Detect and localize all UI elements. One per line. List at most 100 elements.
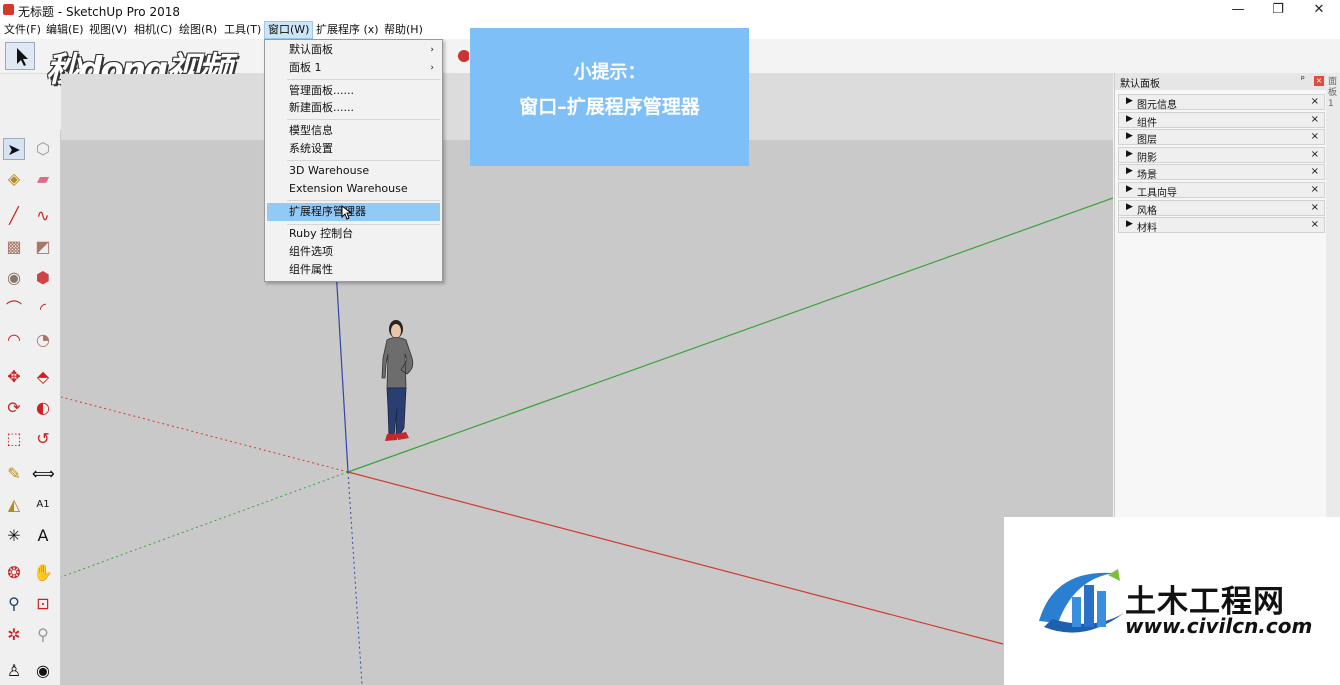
zoom-extents-icon[interactable]: ✲: [3, 624, 25, 646]
component-icon[interactable]: ⬡: [32, 138, 54, 160]
green-axis-negative: [61, 471, 349, 578]
minimize-icon[interactable]: —: [1218, 0, 1258, 20]
menu-item-component-attributes[interactable]: 组件属性: [265, 261, 442, 279]
tray-panel-layers[interactable]: ▶ 图层 ×: [1118, 129, 1325, 146]
menu-camera[interactable]: 相机(C): [131, 22, 175, 38]
menu-item-model-info[interactable]: 模型信息: [265, 122, 442, 140]
tray-panel-materials[interactable]: ▶ 材料 ×: [1118, 217, 1325, 234]
panel-close-icon[interactable]: ×: [1311, 184, 1319, 195]
pencil-icon[interactable]: ╱: [3, 205, 25, 227]
scale-icon[interactable]: ⬚: [3, 428, 25, 450]
protractor-icon[interactable]: ◭: [3, 494, 25, 516]
panel-close-icon[interactable]: ×: [1311, 166, 1319, 177]
pin-icon[interactable]: ᵖ: [1301, 75, 1305, 85]
tray-title: 默认面板: [1120, 79, 1160, 90]
tray-header: 默认面板 ᵖ ×: [1115, 73, 1327, 90]
position-camera-icon[interactable]: ♙: [3, 660, 25, 682]
menu-item-extension-warehouse[interactable]: Extension Warehouse: [265, 180, 442, 198]
menu-draw[interactable]: 绘图(R): [176, 22, 220, 38]
select-icon[interactable]: ➤: [3, 138, 25, 160]
tray-panel-instructor[interactable]: ▶ 工具向导 ×: [1118, 182, 1325, 199]
menu-item-tray-1[interactable]: 面板 1 ›: [265, 59, 442, 77]
tray-panel-components[interactable]: ▶ 组件 ×: [1118, 112, 1325, 129]
panel-close-icon[interactable]: ×: [1311, 96, 1319, 107]
close-icon[interactable]: ✕: [1299, 0, 1339, 20]
move-icon[interactable]: ✥: [3, 366, 25, 388]
menu-item-preferences[interactable]: 系统设置: [265, 140, 442, 158]
mouse-cursor-icon: [341, 205, 353, 220]
hint-title: 小提示：: [573, 62, 646, 83]
menu-item-manage-trays[interactable]: 管理面板......: [265, 82, 442, 100]
orbit-icon[interactable]: ❂: [3, 562, 25, 584]
3d-text-icon[interactable]: A: [32, 525, 54, 547]
default-tray: 默认面板 ᵖ × ▶ 图元信息 × ▶ 组件 × ▶ 图层 × ▶ 阴影 × ▶ 场景 × ▶ 工具向…: [1114, 73, 1327, 517]
pie-icon[interactable]: ◔: [32, 329, 54, 351]
tray-panel-entity-info[interactable]: ▶ 图元信息 ×: [1118, 94, 1325, 111]
red-axis-negative: [61, 396, 349, 473]
menu-item-ruby-console[interactable]: Ruby 控制台: [265, 225, 442, 243]
menu-file[interactable]: 文件(F): [1, 22, 44, 38]
eraser-icon[interactable]: ▰: [32, 168, 54, 190]
text-icon[interactable]: A1: [32, 494, 54, 516]
menu-window[interactable]: 窗口(W): [264, 21, 314, 39]
title-bar: 无标题 - SketchUp Pro 2018 — ❐ ✕: [0, 0, 1340, 20]
expand-triangle-icon: ▶: [1126, 131, 1133, 141]
three-point-arc-icon[interactable]: ◠: [3, 329, 25, 351]
menu-extensions[interactable]: 扩展程序 (x): [313, 22, 382, 38]
panel-close-icon[interactable]: ×: [1311, 114, 1319, 125]
panel-close-icon[interactable]: ×: [1311, 131, 1319, 142]
pan-icon[interactable]: ✋: [32, 562, 54, 584]
follow-me-icon[interactable]: ◐: [32, 397, 54, 419]
polygon-icon[interactable]: ⬢: [32, 267, 54, 289]
menu-item-default-tray[interactable]: 默认面板 ›: [265, 41, 442, 59]
menu-separator: [287, 79, 440, 80]
zoom-window-icon[interactable]: ⊡: [32, 593, 54, 615]
menu-help[interactable]: 帮助(H): [381, 22, 426, 38]
expand-triangle-icon: ▶: [1126, 184, 1133, 194]
menu-item-new-tray[interactable]: 新建面板......: [265, 99, 442, 117]
previous-view-icon[interactable]: ⚲: [32, 624, 54, 646]
rotated-rectangle-icon[interactable]: ◩: [32, 236, 54, 258]
civilcn-logo-watermark: 土木工程网 www.civilcn.com: [1004, 517, 1340, 685]
menu-tools[interactable]: 工具(T): [221, 22, 264, 38]
paint-bucket-icon[interactable]: ◈: [3, 168, 25, 190]
tray-close-icon[interactable]: ×: [1314, 76, 1324, 86]
zoom-icon[interactable]: ⚲: [3, 593, 25, 615]
push-pull-icon[interactable]: ⬘: [32, 366, 54, 388]
select-tool-button[interactable]: [5, 42, 35, 70]
tray-panel-shadows[interactable]: ▶ 阴影 ×: [1118, 147, 1325, 164]
sketchup-app-icon: [3, 4, 14, 15]
rotate-icon[interactable]: ⟳: [3, 397, 25, 419]
panel-close-icon[interactable]: ×: [1311, 219, 1319, 230]
menu-item-3d-warehouse[interactable]: 3D Warehouse: [265, 162, 442, 180]
tray-panel-styles[interactable]: ▶ 风格 ×: [1118, 200, 1325, 217]
panel-close-icon[interactable]: ×: [1311, 149, 1319, 160]
panel-close-icon[interactable]: ×: [1311, 202, 1319, 213]
two-point-arc-icon[interactable]: ◜: [32, 298, 54, 320]
hint-text: 窗口–扩展程序管理器: [519, 96, 700, 118]
blue-axis-negative: [347, 471, 363, 685]
menu-item-component-options[interactable]: 组件选项: [265, 243, 442, 261]
offset-icon[interactable]: ↺: [32, 428, 54, 450]
circle-icon[interactable]: ◉: [3, 267, 25, 289]
arc-icon[interactable]: ⌒: [3, 298, 25, 320]
scale-figure: [381, 320, 414, 441]
tape-measure-icon[interactable]: ✎: [3, 463, 25, 485]
tray-panel-scenes[interactable]: ▶ 场景 ×: [1118, 164, 1325, 181]
collapsed-tray-label: 面板1: [1328, 77, 1338, 109]
civilcn-logo-icon: [1039, 569, 1124, 633]
dimension-icon[interactable]: ⟺: [32, 463, 55, 485]
green-axis-positive: [347, 197, 1113, 473]
rectangle-icon[interactable]: ▩: [3, 236, 25, 258]
window-title: 无标题 - SketchUp Pro 2018: [18, 5, 180, 19]
expand-triangle-icon: ▶: [1126, 114, 1133, 124]
toolbar-icon-strip: [455, 44, 470, 66]
expand-triangle-icon: ▶: [1126, 149, 1133, 159]
freehand-icon[interactable]: ∿: [32, 205, 54, 227]
restore-icon[interactable]: ❐: [1258, 0, 1298, 20]
menu-view[interactable]: 视图(V): [86, 22, 130, 38]
axes-icon[interactable]: ✳: [3, 525, 25, 547]
menu-edit[interactable]: 编辑(E): [43, 22, 87, 38]
collapsed-tray-tab[interactable]: 面板1: [1326, 73, 1340, 517]
look-around-icon[interactable]: ◉: [32, 660, 54, 682]
